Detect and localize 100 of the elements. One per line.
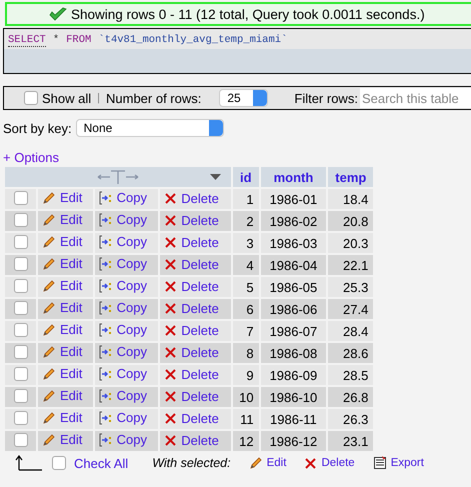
message-text: Showing rows 0 - 11 (12 total, Query took 0.0011 seconds.)	[71, 6, 425, 22]
table-cell: 26.3	[328, 409, 374, 429]
copy-icon	[98, 432, 113, 447]
table-cell: 20.3	[328, 233, 374, 253]
column-header[interactable]: month	[260, 167, 326, 187]
row-checkbox[interactable]	[14, 212, 28, 226]
table-cell: 1986-10	[260, 387, 326, 407]
table-cell: 1986-07	[260, 321, 326, 341]
row-checkbox[interactable]	[14, 388, 28, 402]
sql-keyword: FROM	[66, 34, 92, 47]
pencil-icon	[42, 366, 56, 381]
checkmark-icon	[49, 7, 67, 21]
table-cell: 7	[233, 321, 259, 341]
table-cell: 1986-04	[260, 255, 326, 275]
check-all-checkbox[interactable]	[52, 456, 66, 470]
table-cell: 1986-02	[260, 211, 326, 231]
pencil-icon	[42, 212, 56, 227]
delete-icon	[164, 236, 178, 248]
row-checkbox[interactable]	[14, 278, 28, 292]
dropdown-triangle-icon[interactable]	[210, 174, 221, 180]
sort-select[interactable]: None	[76, 119, 224, 137]
delete-icon	[164, 214, 178, 226]
row-checkbox[interactable]	[14, 234, 28, 248]
column-header[interactable]: temp	[328, 167, 374, 187]
copy-icon	[98, 344, 113, 359]
table-cell: 28.5	[328, 365, 374, 385]
row-checkbox[interactable]	[14, 410, 28, 424]
row-checkbox[interactable]	[14, 190, 28, 204]
bulk-edit-link[interactable]: Edit	[248, 456, 286, 470]
delete-icon	[164, 434, 178, 446]
table-cell: 22.1	[328, 255, 374, 275]
table-cell: 1986-11	[260, 409, 326, 429]
pencil-icon	[42, 344, 56, 359]
pencil-icon	[42, 234, 56, 249]
pencil-icon	[42, 278, 56, 293]
select-arrow-icon	[14, 455, 44, 471]
pencil-icon	[248, 456, 263, 470]
table-cell: 12	[233, 431, 259, 451]
table-cell: 5	[233, 277, 259, 297]
options-link[interactable]: + Options	[3, 150, 60, 165]
pencil-icon	[42, 300, 56, 315]
copy-icon	[98, 278, 113, 293]
row-checkbox[interactable]	[14, 366, 28, 380]
delete-icon	[164, 368, 178, 380]
rows-select[interactable]: 25	[219, 89, 268, 107]
pencil-icon	[42, 322, 56, 337]
table-cell: 28.4	[328, 321, 374, 341]
row-checkbox[interactable]	[14, 322, 28, 336]
sort-by-key-label: Sort by key:	[3, 120, 72, 136]
table-cell: 11	[233, 409, 259, 429]
show-all-label: Show all	[42, 90, 92, 106]
copy-icon	[98, 190, 113, 205]
delete-icon	[164, 302, 178, 314]
table-cell: 1986-01	[260, 189, 326, 209]
table-cell: 1986-08	[260, 343, 326, 363]
table-cell: 27.4	[328, 299, 374, 319]
delete-icon	[164, 390, 178, 402]
bulk-delete-link[interactable]: Delete	[304, 456, 355, 470]
table-cell: 3	[233, 233, 259, 253]
pencil-icon	[42, 190, 56, 205]
delete-icon	[164, 258, 178, 270]
copy-icon	[98, 322, 113, 337]
copy-icon	[98, 388, 113, 403]
delete-icon	[164, 280, 178, 292]
sql-keyword[interactable]: SELECT	[8, 34, 46, 47]
row-checkbox[interactable]	[14, 432, 28, 446]
pencil-icon	[42, 432, 56, 447]
column-header[interactable]: id	[233, 167, 259, 187]
table-cell: 1986-06	[260, 299, 326, 319]
show-all-checkbox[interactable]	[24, 91, 38, 105]
table-cell: 28.6	[328, 343, 374, 363]
document-icon	[372, 456, 387, 470]
with-selected-label: With selected:	[152, 456, 231, 470]
filter-rows-label: Filter rows:	[294, 90, 358, 106]
copy-icon	[98, 300, 113, 315]
table-cell: 2	[233, 211, 259, 231]
sql-table-name: `t4v81_monthly_avg_temp_miami`	[98, 34, 288, 47]
check-all-link[interactable]: Check All	[74, 456, 128, 470]
row-checkbox[interactable]	[14, 300, 28, 314]
export-link[interactable]: Export	[372, 456, 424, 470]
table-cell: 20.8	[328, 211, 374, 231]
separator: |	[97, 92, 100, 104]
pencil-icon	[42, 388, 56, 403]
column-resize-icon[interactable]	[96, 169, 140, 185]
delete-icon	[164, 324, 178, 336]
delete-icon	[164, 192, 178, 204]
table-cell: 1986-03	[260, 233, 326, 253]
table-cell: 25.3	[328, 277, 374, 297]
table-cell: 1986-09	[260, 365, 326, 385]
row-checkbox[interactable]	[14, 256, 28, 270]
sql-wildcard-text: *	[52, 34, 60, 47]
row-checkbox[interactable]	[14, 344, 28, 358]
search-field[interactable]: Search this table	[360, 88, 471, 108]
table-cell: 9	[233, 365, 259, 385]
table-cell: 18.4	[328, 189, 374, 209]
table-cell: 1986-12	[260, 431, 326, 451]
copy-icon	[98, 212, 113, 227]
delete-icon	[304, 456, 318, 470]
delete-icon	[164, 346, 178, 358]
copy-icon	[98, 234, 113, 249]
